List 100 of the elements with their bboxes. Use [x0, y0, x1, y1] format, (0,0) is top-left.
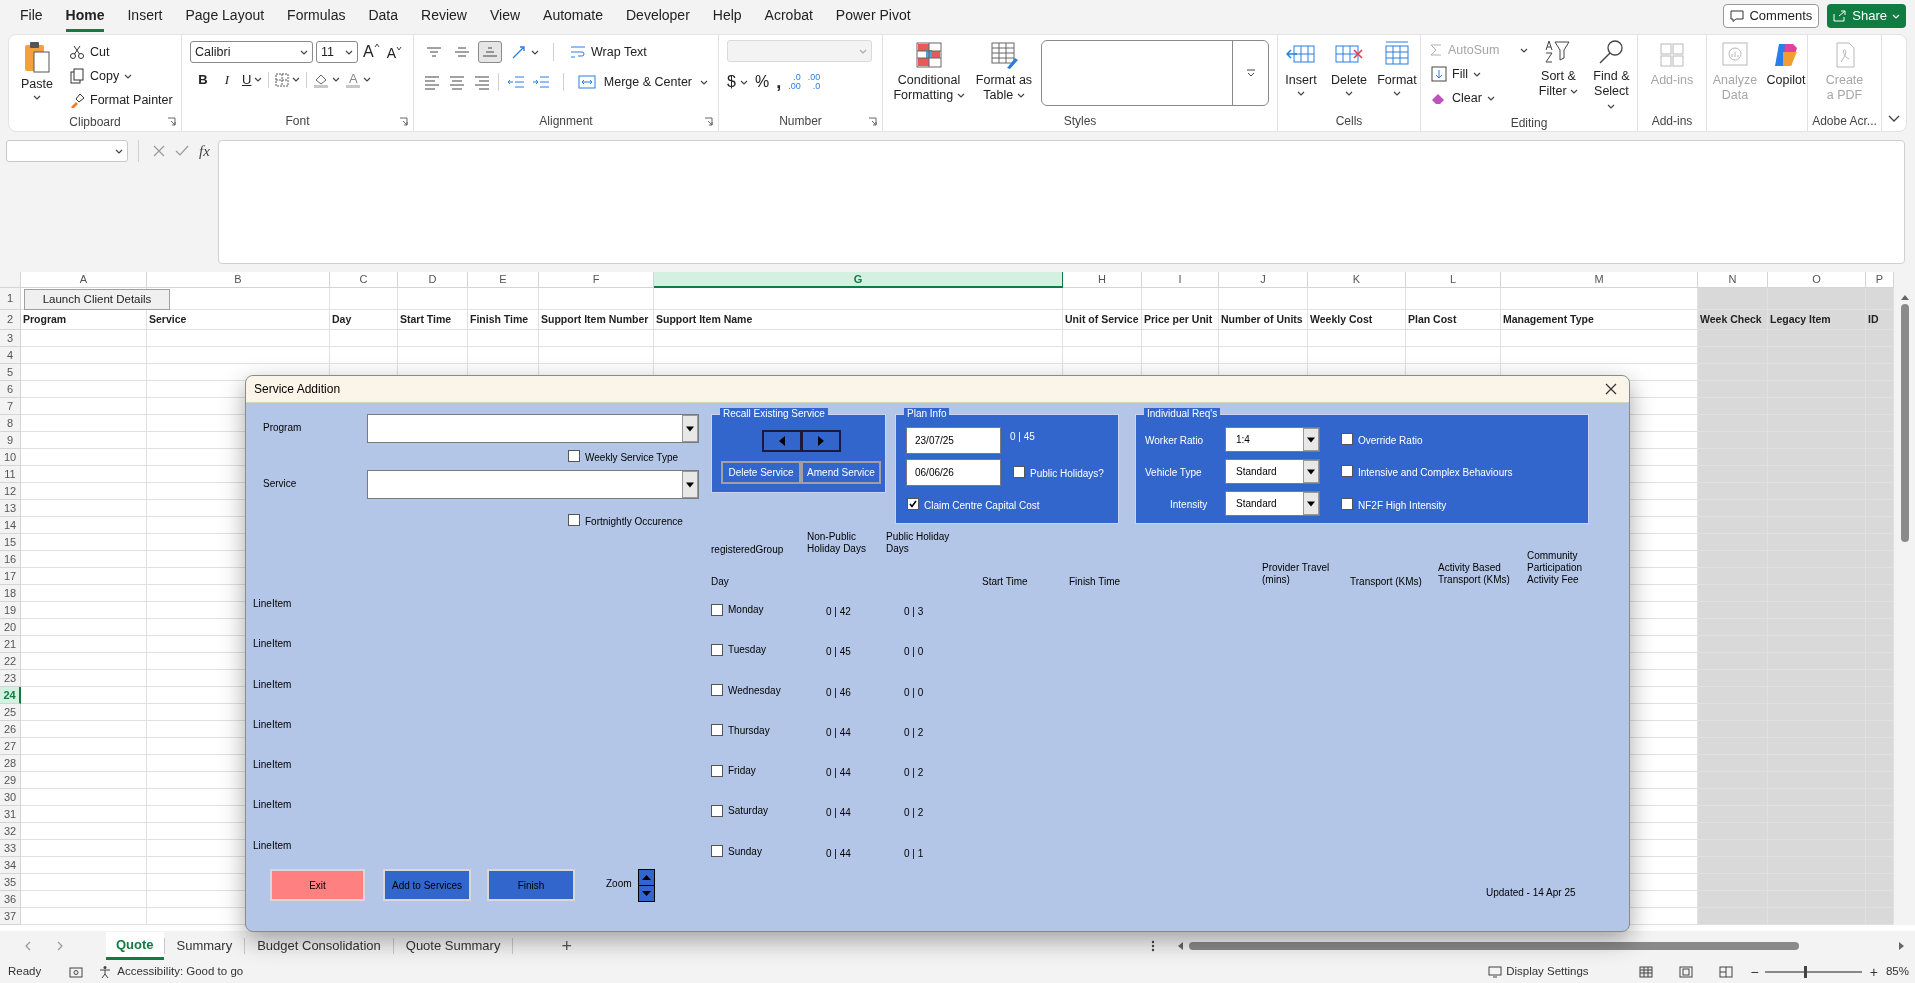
row-header[interactable]: 27: [0, 738, 21, 755]
checkbox[interactable]: [1341, 433, 1353, 445]
conditional-formatting-button[interactable]: Conditional Formatting: [891, 40, 967, 103]
checkbox[interactable]: [1013, 466, 1025, 478]
column-header[interactable]: N: [1698, 272, 1768, 288]
dialog-launcher-icon[interactable]: [868, 117, 877, 126]
row-header[interactable]: 12: [0, 483, 21, 500]
row-header[interactable]: 35: [0, 874, 21, 891]
amend-service-button[interactable]: Amend Service: [801, 461, 881, 484]
date-field[interactable]: 23/07/25: [906, 427, 1001, 454]
zoom-out-button[interactable]: −: [1750, 961, 1759, 983]
column-header[interactable]: E: [468, 272, 539, 288]
normal-view-icon[interactable]: [1638, 966, 1653, 978]
format-button[interactable]: Format: [1377, 40, 1417, 96]
row-header[interactable]: 28: [0, 755, 21, 772]
dropdown[interactable]: Standard: [1225, 491, 1320, 516]
display-settings-button[interactable]: Display Settings: [1488, 963, 1589, 981]
fill-button[interactable]: Fill: [1429, 62, 1529, 86]
menu-tab[interactable]: Page Layout: [185, 2, 265, 32]
scrollbar-thumb[interactable]: [1189, 942, 1799, 950]
cut-button[interactable]: Cut: [67, 40, 175, 64]
insert-function-label[interactable]: fx: [199, 139, 210, 163]
row-header[interactable]: 31: [0, 806, 21, 823]
column-header[interactable]: K: [1308, 272, 1406, 288]
row-header[interactable]: 5: [0, 364, 21, 381]
finish-button[interactable]: Finish: [487, 869, 575, 901]
column-header[interactable]: A: [21, 272, 147, 288]
spin-button[interactable]: [638, 869, 655, 902]
checkbox[interactable]: [711, 724, 723, 737]
scroll-up-icon[interactable]: [1900, 294, 1909, 300]
sheet-tab[interactable]: Quote: [106, 932, 164, 960]
number-format-field[interactable]: [727, 40, 872, 62]
row-header[interactable]: 11: [0, 466, 21, 483]
menu-tab[interactable]: Data: [368, 2, 399, 32]
paste-button[interactable]: Paste: [15, 40, 59, 100]
currency-button[interactable]: $: [727, 70, 748, 94]
row-header[interactable]: 13: [0, 500, 21, 517]
copy-button[interactable]: Copy: [67, 64, 175, 88]
page-layout-view-icon[interactable]: [1678, 966, 1693, 978]
column-header[interactable]: H: [1063, 272, 1142, 288]
scroll-right-icon[interactable]: [1899, 942, 1905, 950]
add-to-services-button[interactable]: Add to Services: [383, 869, 471, 901]
row-header[interactable]: 19: [0, 602, 21, 619]
formula-input-field[interactable]: [217, 140, 1905, 264]
decrease-font-size-button[interactable]: A: [384, 42, 404, 64]
row-header[interactable]: 36: [0, 891, 21, 908]
borders-button[interactable]: [275, 72, 301, 87]
column-header[interactable]: L: [1406, 272, 1501, 288]
dropdown[interactable]: Standard: [1225, 459, 1320, 484]
zoom-in-button[interactable]: +: [1869, 961, 1878, 983]
dialog-launcher-icon[interactable]: [399, 117, 408, 126]
menu-tab[interactable]: Power Pivot: [835, 2, 911, 32]
row-header[interactable]: 21: [0, 636, 21, 653]
page-break-view-icon[interactable]: [1718, 966, 1733, 978]
sheet-tab[interactable]: Quote Summary: [393, 932, 513, 960]
row-header[interactable]: 22: [0, 653, 21, 670]
row-header[interactable]: 30: [0, 789, 21, 806]
format-painter-button[interactable]: Format Painter: [67, 88, 175, 112]
program-dropdown[interactable]: [367, 414, 699, 443]
menu-tab[interactable]: Insert: [127, 2, 163, 32]
italic-button[interactable]: I: [218, 70, 236, 90]
delete-button[interactable]: Delete: [1329, 40, 1369, 96]
share-button[interactable]: Share: [1827, 4, 1906, 28]
checkbox[interactable]: [1341, 498, 1353, 510]
comma-style-button[interactable]: ,: [776, 75, 782, 89]
checkbox[interactable]: [1341, 465, 1353, 477]
checkbox[interactable]: [907, 498, 919, 510]
dialog-launcher-icon[interactable]: [704, 117, 713, 126]
row-header[interactable]: 4: [0, 347, 21, 364]
checkbox[interactable]: [568, 514, 580, 526]
service-dropdown[interactable]: [367, 470, 699, 499]
column-header[interactable]: I: [1142, 272, 1219, 288]
add-sheet-button[interactable]: +: [561, 932, 572, 960]
font-color-button[interactable]: A: [346, 71, 361, 88]
menu-tab[interactable]: Formulas: [287, 2, 346, 32]
menu-tab[interactable]: File: [20, 2, 43, 32]
next-button[interactable]: [801, 430, 841, 452]
exit-button[interactable]: Exit: [270, 869, 365, 901]
checkbox[interactable]: [568, 450, 580, 462]
row-header[interactable]: 26: [0, 721, 21, 738]
increase-decimal-button[interactable]: .0 .00: [788, 73, 801, 91]
column-header[interactable]: F: [539, 272, 654, 288]
row-header[interactable]: 24: [0, 687, 21, 704]
format-as-table-button[interactable]: Format as Table: [973, 40, 1035, 103]
checkbox[interactable]: [711, 805, 723, 817]
row-header[interactable]: 15: [0, 534, 21, 551]
column-header[interactable]: P: [1866, 272, 1894, 288]
macro-recorder-icon[interactable]: [69, 966, 84, 978]
column-header[interactable]: B: [147, 272, 330, 288]
previous-button[interactable]: [762, 430, 802, 452]
row-header[interactable]: 34: [0, 857, 21, 874]
increase-font-size-button[interactable]: A: [361, 40, 382, 64]
row-header[interactable]: 3: [0, 330, 21, 347]
wrap-text-button[interactable]: Wrap Text: [568, 40, 649, 64]
row-header[interactable]: 33: [0, 840, 21, 857]
column-header[interactable]: M: [1501, 272, 1698, 288]
insert-button[interactable]: Insert: [1281, 40, 1321, 96]
styles-gallery[interactable]: [1041, 40, 1269, 106]
row-header[interactable]: 14: [0, 517, 21, 534]
underline-button[interactable]: U: [242, 70, 263, 90]
